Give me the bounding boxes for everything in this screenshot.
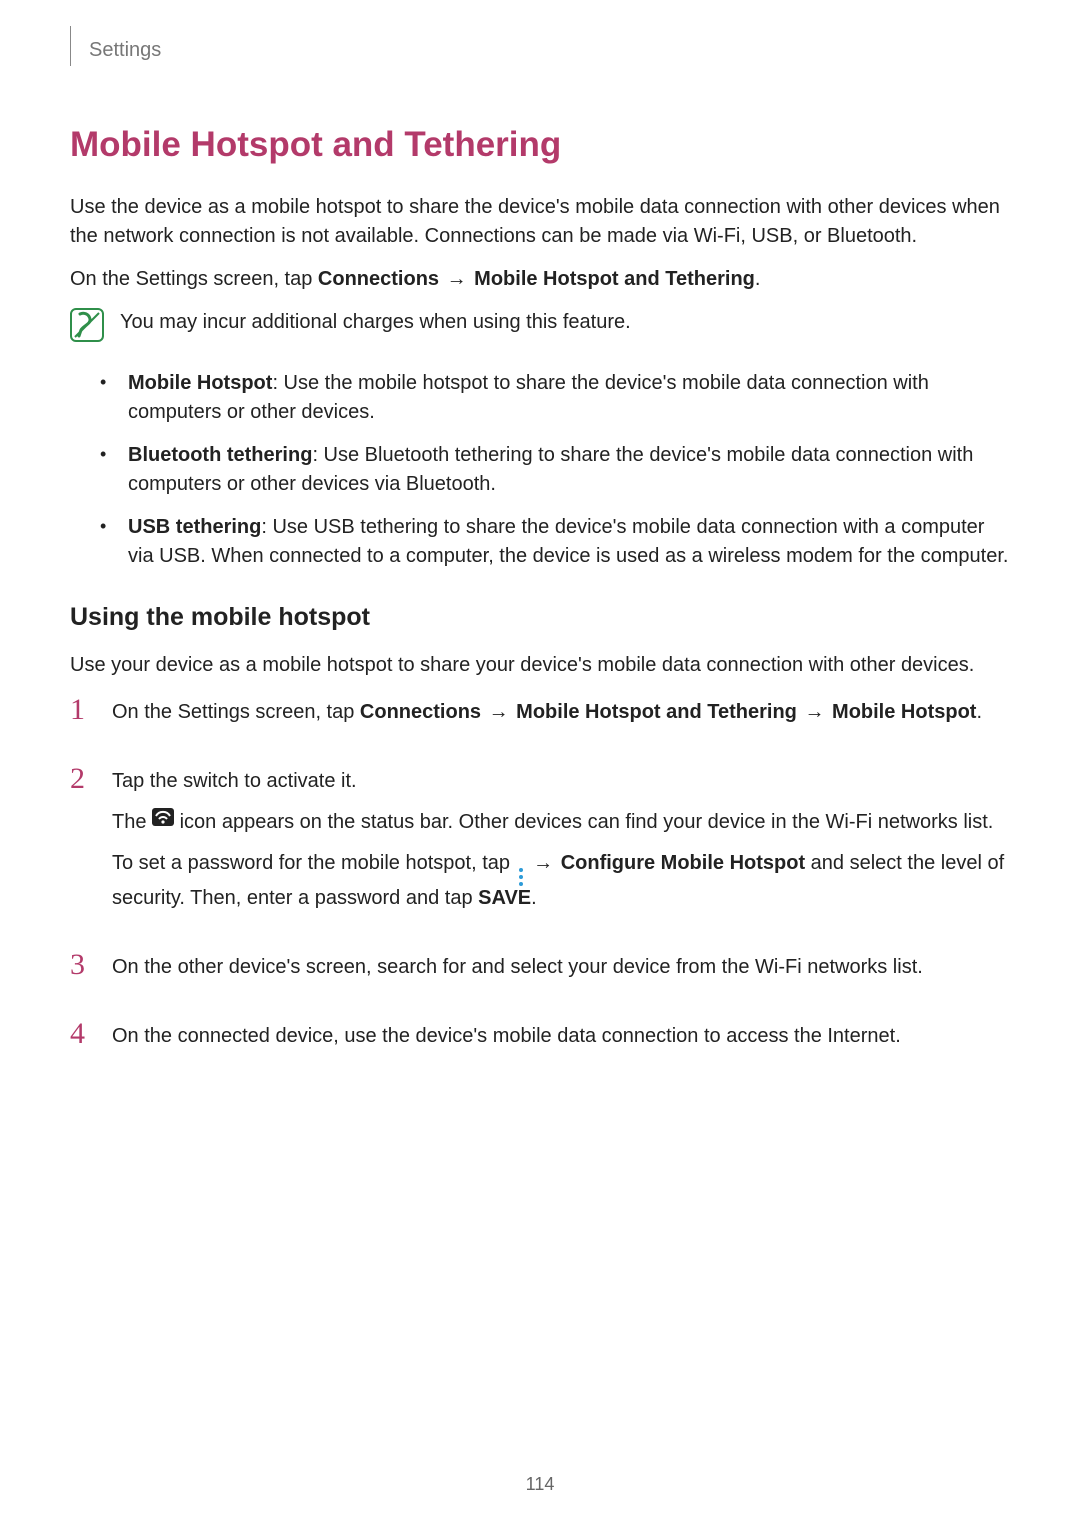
list-item-title: USB tethering (128, 516, 261, 538)
step-text: The icon appears on the status bar. Othe… (112, 808, 1010, 837)
document-page: Settings Mobile Hotspot and Tethering Us… (0, 0, 1080, 1527)
page-number: 114 (0, 1471, 1080, 1497)
step-bold: Connections (360, 701, 481, 723)
nav-bold-hotspot: Mobile Hotspot and Tethering (474, 268, 755, 290)
list-item-title: Bluetooth tethering (128, 444, 312, 466)
step: 2 Tap the switch to activate it. The ico… (70, 767, 1010, 925)
step-body: On the Settings screen, tap Connections … (112, 698, 982, 739)
step-bold: Configure Mobile Hotspot (561, 852, 805, 874)
feature-list: Mobile Hotspot: Use the mobile hotspot t… (70, 369, 1010, 571)
step-text: Tap the switch to activate it. (112, 767, 1010, 796)
step-text: On the connected device, use the device'… (112, 1022, 901, 1051)
arrow-icon: → (802, 701, 826, 723)
step-suffix: . (976, 701, 982, 723)
hotspot-status-icon (152, 806, 174, 835)
step-bold: SAVE (478, 887, 531, 909)
intro-paragraph: Use the device as a mobile hotspot to sh… (70, 193, 1010, 251)
step-number: 3 (70, 950, 94, 980)
page-header: Settings (70, 30, 1010, 70)
list-item: Bluetooth tethering: Use Bluetooth tethe… (70, 441, 1010, 499)
arrow-icon: → (487, 701, 511, 723)
list-item-text: : Use USB tethering to share the device'… (128, 516, 1008, 567)
text-fragment: To set a password for the mobile hotspot… (112, 852, 516, 874)
list-item: Mobile Hotspot: Use the mobile hotspot t… (70, 369, 1010, 427)
subheading: Using the mobile hotspot (70, 599, 1010, 635)
page-title: Mobile Hotspot and Tethering (70, 120, 1010, 171)
arrow-icon: → (445, 268, 469, 290)
list-item: USB tethering: Use USB tethering to shar… (70, 513, 1010, 571)
nav-bold-connections: Connections (318, 268, 439, 290)
step-number: 1 (70, 695, 94, 725)
step-bold: Mobile Hotspot and Tethering (516, 701, 797, 723)
step-body: On the connected device, use the device'… (112, 1022, 901, 1063)
step: 3 On the other device's screen, search f… (70, 953, 1010, 994)
list-item-title: Mobile Hotspot (128, 372, 272, 394)
step-body: Tap the switch to activate it. The icon … (112, 767, 1010, 925)
text-fragment: . (531, 887, 537, 909)
sub-intro: Use your device as a mobile hotspot to s… (70, 651, 1010, 680)
step: 4 On the connected device, use the devic… (70, 1022, 1010, 1063)
header-divider (70, 26, 71, 66)
step-text: On the other device's screen, search for… (112, 953, 923, 982)
more-options-icon (516, 867, 526, 887)
nav-line: On the Settings screen, tap Connections … (70, 265, 1010, 294)
note-callout: You may incur additional charges when us… (70, 308, 1010, 351)
nav-prefix: On the Settings screen, tap (70, 268, 318, 290)
note-icon (70, 308, 104, 351)
breadcrumb: Settings (89, 36, 161, 65)
step-number: 4 (70, 1019, 94, 1049)
step-number: 2 (70, 764, 94, 794)
arrow-icon: → (531, 852, 555, 874)
note-text: You may incur additional charges when us… (120, 308, 631, 337)
step-body: On the other device's screen, search for… (112, 953, 923, 994)
step-bold: Mobile Hotspot (832, 701, 976, 723)
step-text: To set a password for the mobile hotspot… (112, 849, 1010, 913)
step-list: 1 On the Settings screen, tap Connection… (70, 698, 1010, 1063)
text-fragment: The (112, 811, 152, 833)
text-fragment: icon appears on the status bar. Other de… (180, 811, 994, 833)
step-text: On the Settings screen, tap Connections … (112, 698, 982, 727)
step: 1 On the Settings screen, tap Connection… (70, 698, 1010, 739)
step-prefix: On the Settings screen, tap (112, 701, 360, 723)
